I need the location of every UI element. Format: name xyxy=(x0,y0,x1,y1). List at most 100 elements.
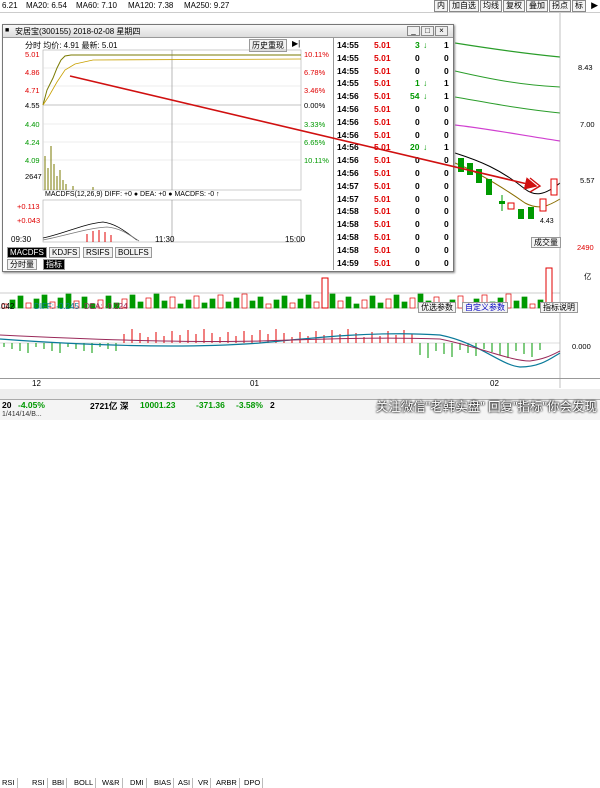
price-axis-left: 4.09 xyxy=(25,156,40,165)
toolbar-button-ma[interactable]: 均线 xyxy=(480,0,502,12)
tab-macdfs[interactable]: MACDFS xyxy=(7,247,47,258)
status-sz-change: -371.36 xyxy=(196,400,225,410)
ma-line-2 xyxy=(454,70,561,88)
volume-bar xyxy=(289,302,296,309)
tab-kdjfs[interactable]: KDJFS xyxy=(49,247,81,258)
volume-bar xyxy=(361,299,368,309)
custom-params-button[interactable]: 自定义参数 xyxy=(462,302,508,313)
down-arrow-icon: ↓ xyxy=(423,40,428,50)
tick-row: 14:56 5.01 0 0 xyxy=(334,155,454,167)
down-arrow-icon: ↓ xyxy=(423,91,428,102)
tick-time: 14:55 xyxy=(337,65,359,76)
tick-row: 14:56 5.01 0 0 xyxy=(334,130,454,142)
volume-bar xyxy=(129,294,136,309)
tick-count: 1 xyxy=(444,91,449,102)
indicator-help-button[interactable]: 指标说明 xyxy=(540,302,578,313)
candle xyxy=(518,209,524,219)
maximize-icon[interactable]: □ xyxy=(421,26,434,36)
ma-item-ma20: MA20: 6.54 xyxy=(26,1,67,10)
ma-item-ma60: MA60: 7.10 xyxy=(76,1,117,10)
tick-volume: 0 xyxy=(415,65,420,76)
time-label-close: 15:00 xyxy=(285,235,306,244)
indicator-tab-bbi[interactable]: BBI xyxy=(50,778,68,788)
time-label-noon: 11:30 xyxy=(155,235,175,244)
close-icon[interactable]: × xyxy=(435,26,448,36)
indicator-tab-arbr[interactable]: ARBR xyxy=(214,778,240,788)
indicator-tab-boll[interactable]: BOLL xyxy=(72,778,97,788)
toolbar-button-add-watchlist[interactable]: 加自选 xyxy=(449,0,479,12)
percent-axis-right: 0.00% xyxy=(304,101,326,110)
price-axis-label: 8.43 xyxy=(578,63,593,72)
indicator-tab-rsi-prev[interactable]: RSI xyxy=(0,778,18,788)
percent-axis-right: 10.11% xyxy=(304,50,329,59)
indicator-tab-asi[interactable]: ASI xyxy=(176,778,194,788)
volume-button[interactable]: 成交量 xyxy=(531,237,561,248)
volume-bar xyxy=(273,299,280,309)
date-axis: 12 01 02 xyxy=(0,378,600,389)
volume-bar xyxy=(233,297,240,309)
candle xyxy=(528,207,534,219)
tab-bollfs[interactable]: BOLLFS xyxy=(115,247,152,258)
tick-volume: 0 xyxy=(415,244,420,255)
volume-bar xyxy=(225,301,232,309)
intraday-svg xyxy=(42,49,302,243)
intraday-chart-area: 分时 均价: 4.91 最新: 5.01 历史重现 ▶| 5.01 4.86 4… xyxy=(3,38,333,248)
tick-time: 14:56 xyxy=(337,155,359,166)
price-axis-left: 4.40 xyxy=(25,120,40,129)
tick-time: 14:56 xyxy=(337,168,359,178)
percent-axis-right: 3.46% xyxy=(304,86,326,95)
toolbar-button-turning[interactable]: 拐点 xyxy=(549,0,571,12)
tick-price: 5.01 xyxy=(374,104,391,114)
tick-time: 14:56 xyxy=(337,142,359,153)
volume-bar xyxy=(265,303,272,309)
tick-count: 0 xyxy=(444,257,449,268)
tick-count: 0 xyxy=(444,155,449,166)
tick-price: 5.01 xyxy=(374,116,391,127)
status-extra: 2 xyxy=(270,400,275,410)
tick-count: 1 xyxy=(444,78,449,89)
tick-time: 14:56 xyxy=(337,129,359,140)
preferred-params-button[interactable]: 优选参数 xyxy=(418,302,456,313)
indicator-tab-dmi[interactable]: DMI xyxy=(128,778,147,788)
macd-label: 042 xyxy=(1,302,15,311)
chart-toolbar: 内 加自选 均线 复权 叠加 拐点 标 xyxy=(434,0,586,12)
tick-price: 5.01 xyxy=(374,193,391,204)
tab-intraday-volume[interactable]: 分时量 xyxy=(7,259,37,270)
popup-title: 安居宝(300155) 2018-02-08 星期四 xyxy=(15,27,141,36)
tick-price: 5.01 xyxy=(374,142,391,153)
toolbar-button-inner[interactable]: 内 xyxy=(434,0,448,12)
tick-price: 5.01 xyxy=(374,257,391,268)
tick-count: 0 xyxy=(444,180,449,191)
volume-bar xyxy=(345,296,352,309)
tick-volume: 0 xyxy=(415,104,420,114)
toolbar-button-adjust[interactable]: 复权 xyxy=(503,0,525,12)
minimize-icon[interactable]: _ xyxy=(407,26,420,36)
volume-bar xyxy=(321,277,329,309)
indicator-tab-bias[interactable]: BIAS xyxy=(152,778,175,788)
percent-axis-right: 3.33% xyxy=(304,120,326,129)
toolbar-button-mark[interactable]: 标 xyxy=(572,0,586,12)
price-axis-left: 5.01 xyxy=(25,50,40,59)
tab-rsifs[interactable]: RSIFS xyxy=(83,247,113,258)
tick-price: 5.01 xyxy=(374,206,391,217)
tick-count: 0 xyxy=(444,104,449,114)
tick-price: 5.01 xyxy=(374,219,391,230)
tick-price: 5.01 xyxy=(374,40,391,50)
tab-indicator[interactable]: 指标 xyxy=(43,259,65,270)
candle xyxy=(458,158,464,172)
indicator-tab-vr[interactable]: VR xyxy=(196,778,212,788)
tick-price: 5.01 xyxy=(374,78,391,89)
popup-titlebar[interactable]: ■ 安居宝(300155) 2018-02-08 星期四 _ □ × xyxy=(3,25,453,38)
volume-bar xyxy=(409,297,416,309)
indicator-tab-wr[interactable]: W&R xyxy=(100,778,123,788)
volume-unit-label: 亿 xyxy=(584,272,592,281)
scroll-arrow-icon[interactable]: ▶ xyxy=(591,0,598,11)
percent-axis-right: 6.65% xyxy=(304,138,326,147)
toolbar-button-overlay[interactable]: 叠加 xyxy=(526,0,548,12)
indicator-tab-dpo[interactable]: DPO xyxy=(242,778,264,788)
indicator-tab-rsi[interactable]: RSI xyxy=(30,778,48,788)
volume-bar xyxy=(297,298,304,309)
tick-time: 14:59 xyxy=(337,257,359,268)
tick-count: 1 xyxy=(444,142,449,153)
tick-list: 14:55 5.01 3 ↓ 1 14:55 5.01 0 0 14:55 5.01 0 0 14:55 5… xyxy=(333,38,453,270)
